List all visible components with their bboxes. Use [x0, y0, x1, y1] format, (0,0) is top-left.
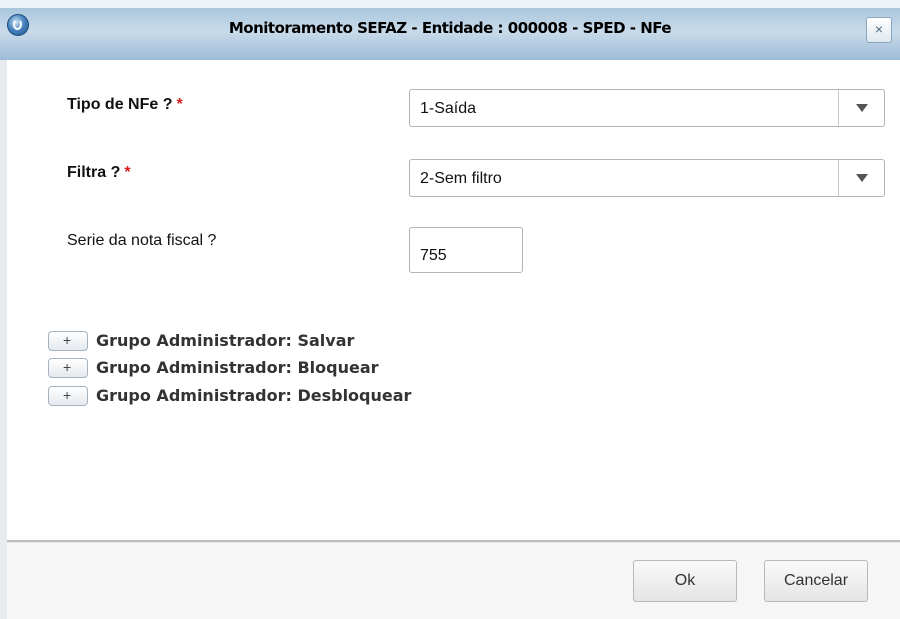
tipo-nfe-label-text: Tipo de NFe ? [67, 96, 173, 113]
left-edge [0, 60, 7, 619]
serie-input[interactable] [409, 227, 523, 273]
group-label-salvar[interactable]: Grupo Administrador: Salvar [96, 331, 354, 350]
ok-button[interactable]: Ok [633, 560, 737, 602]
required-marker: * [124, 164, 131, 181]
filtra-label: Filtra ? * [67, 164, 131, 182]
expand-bloquear-button[interactable]: + [48, 358, 88, 378]
close-button[interactable]: × [866, 17, 892, 43]
group-label-desbloquear[interactable]: Grupo Administrador: Desbloquear [96, 386, 411, 405]
expand-desbloquear-button[interactable]: + [48, 386, 88, 406]
title-bar[interactable]: Monitoramento SEFAZ - Entidade : 000008 … [0, 0, 900, 60]
expand-salvar-button[interactable]: + [48, 331, 88, 351]
serie-label: Serie da nota fiscal ? [67, 232, 217, 249]
window-title: Monitoramento SEFAZ - Entidade : 000008 … [228, 19, 672, 37]
dialog-window: Monitoramento SEFAZ - Entidade : 000008 … [0, 0, 900, 619]
tipo-nfe-label: Tipo de NFe ? * [67, 96, 183, 114]
filtra-select[interactable]: 2-Sem filtro [409, 159, 885, 197]
tipo-nfe-dropdown-button[interactable] [838, 90, 884, 126]
tipo-nfe-select[interactable]: 1-Saída [409, 89, 885, 127]
chevron-down-icon [856, 174, 868, 182]
tipo-nfe-value: 1-Saída [420, 100, 477, 117]
filtra-label-text: Filtra ? [67, 164, 121, 181]
chevron-down-icon [856, 104, 868, 112]
required-marker: * [176, 96, 183, 113]
cancel-button[interactable]: Cancelar [764, 560, 868, 602]
filtra-value: 2-Sem filtro [420, 170, 502, 187]
filtra-dropdown-button[interactable] [838, 160, 884, 196]
group-label-bloquear[interactable]: Grupo Administrador: Bloquear [96, 358, 379, 377]
